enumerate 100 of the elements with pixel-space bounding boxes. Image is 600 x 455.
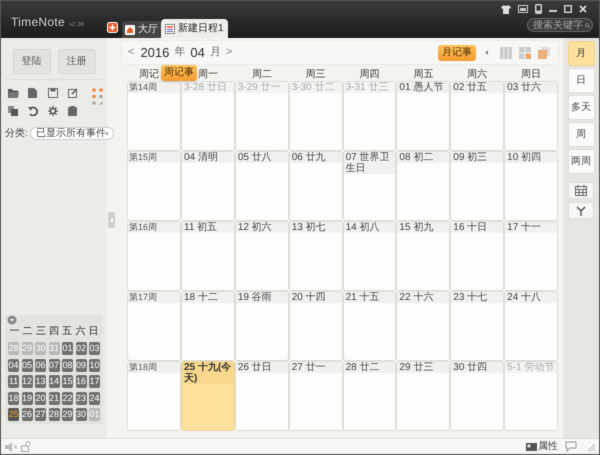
- undo-icon[interactable]: [28, 106, 38, 116]
- day-label: 24 十八: [505, 292, 557, 303]
- view-tab[interactable]: 多天: [568, 95, 594, 120]
- chat-bubble-icon[interactable]: [565, 441, 577, 452]
- folder-icon[interactable]: [8, 88, 19, 98]
- day-cell[interactable]: 20 十四: [288, 291, 343, 361]
- weekday-label: 一: [9, 325, 20, 339]
- day-cell[interactable]: 24 十八: [504, 291, 558, 361]
- date-button[interactable]: 13: [35, 375, 46, 388]
- day-cell[interactable]: 19 谷雨: [234, 291, 289, 361]
- date-button[interactable]: 29: [62, 408, 73, 421]
- category-select[interactable]: 已显示所有事件: [30, 127, 114, 140]
- date-button[interactable]: 19: [22, 392, 32, 404]
- date-button[interactable]: 05: [22, 358, 32, 372]
- window-icon[interactable]: [518, 5, 528, 13]
- date-button[interactable]: 21: [48, 392, 60, 404]
- login-button[interactable]: 登陆: [12, 49, 50, 74]
- day-cell[interactable]: 26 廿日: [234, 361, 289, 431]
- day-cell[interactable]: 16 十日: [450, 221, 504, 291]
- view-tab[interactable]: 日: [568, 68, 594, 93]
- day-cell[interactable]: 04 清明: [181, 151, 235, 221]
- day-label: 20 十四: [290, 292, 342, 303]
- date-button[interactable]: 16: [76, 375, 86, 388]
- date-button[interactable]: 20: [35, 392, 46, 404]
- day-cell[interactable]: 01 愚人节: [396, 81, 450, 151]
- day-cell[interactable]: 30 廿四: [450, 361, 504, 431]
- day-cell[interactable]: 05 廿八: [234, 151, 289, 221]
- day-cell[interactable]: 17 十一: [504, 221, 558, 291]
- day-cell[interactable]: 02 廿五: [450, 81, 504, 151]
- close-icon[interactable]: [579, 5, 587, 13]
- day-cell[interactable]: 21 十五: [342, 291, 396, 361]
- date-button[interactable]: 27: [35, 408, 46, 421]
- tab[interactable]: 大厅: [122, 21, 161, 38]
- maximize-icon[interactable]: [564, 5, 572, 13]
- day-cell[interactable]: 18 十二: [181, 291, 235, 361]
- branch-button[interactable]: [568, 202, 594, 219]
- week-cell[interactable]: 第16周: [127, 221, 181, 291]
- date-button[interactable]: 04: [8, 358, 19, 372]
- clipboard-icon[interactable]: [68, 106, 77, 116]
- day-cell[interactable]: 27 廿一: [288, 361, 343, 431]
- shirt-icon[interactable]: [501, 4, 511, 14]
- week-cell[interactable]: 第14周: [127, 81, 181, 151]
- month-notes-button[interactable]: 月记事: [438, 44, 476, 60]
- date-button[interactable]: 10: [89, 358, 100, 372]
- panel-handle[interactable]: [108, 212, 115, 228]
- date-button[interactable]: 11: [8, 375, 19, 388]
- date-button[interactable]: 03: [89, 342, 100, 355]
- resize-grip-icon[interactable]: [587, 442, 595, 450]
- copy-icon[interactable]: [8, 106, 18, 116]
- edit-icon[interactable]: [68, 88, 78, 98]
- day-cell[interactable]: 06 廿九: [288, 151, 343, 221]
- week-cell[interactable]: 第17周: [127, 291, 181, 361]
- phone-icon[interactable]: [535, 4, 542, 14]
- date-button[interactable]: 30: [76, 408, 86, 421]
- previous-button[interactable]: <: [128, 44, 134, 61]
- save-icon[interactable]: [48, 88, 58, 98]
- new-tab-icon[interactable]: [107, 22, 118, 33]
- week-cell[interactable]: 第15周: [127, 151, 181, 221]
- view-tab[interactable]: 两周: [568, 149, 594, 174]
- date-button[interactable]: 15: [62, 375, 73, 388]
- left-arrow-icon[interactable]: [485, 50, 488, 55]
- date-button[interactable]: 25: [8, 408, 19, 421]
- file-icon[interactable]: [28, 88, 37, 98]
- date-button[interactable]: 17: [89, 375, 100, 388]
- date-button[interactable]: 09: [76, 358, 86, 372]
- week-notes-button[interactable]: 周记事: [161, 65, 197, 81]
- day-cell[interactable]: 28 廿二: [342, 361, 396, 431]
- day-label: 19 谷雨: [236, 292, 288, 303]
- tab[interactable]: 新建日程1: [161, 19, 228, 38]
- date-button[interactable]: 07: [48, 358, 60, 372]
- date-button[interactable]: 28: [48, 408, 60, 421]
- day-cell[interactable]: 29 廿三: [396, 361, 450, 431]
- date-button[interactable]: 08: [62, 358, 73, 372]
- date-button[interactable]: 22: [62, 392, 73, 404]
- column-header: 周日: [521, 68, 542, 82]
- settings-icon[interactable]: [48, 106, 58, 116]
- properties-button[interactable]: 属性: [526, 439, 558, 454]
- dots-grid-icon[interactable]: [92, 88, 103, 105]
- calendar-button[interactable]: [568, 182, 594, 199]
- date-button[interactable]: 24: [89, 392, 100, 404]
- date-button[interactable]: 12: [22, 375, 32, 388]
- month-unit: 月: [210, 45, 221, 60]
- day-cell[interactable]: 07 世界卫生日: [342, 151, 396, 221]
- next-button[interactable]: >: [226, 44, 232, 61]
- date-button[interactable]: 26: [22, 408, 32, 421]
- day-label: 02 廿五: [451, 82, 504, 93]
- date-button[interactable]: 18: [8, 392, 19, 404]
- column-header: 周二: [252, 68, 272, 82]
- week-cell[interactable]: 第18周: [127, 361, 181, 431]
- day-cell[interactable]: 23 十七: [450, 291, 504, 361]
- date-button[interactable]: 23: [76, 392, 86, 404]
- view-tab[interactable]: 月: [568, 41, 594, 66]
- view-tab[interactable]: 周: [568, 122, 594, 147]
- date-button[interactable]: 02: [76, 342, 86, 355]
- date-button[interactable]: 06: [35, 358, 46, 372]
- collapse-icon[interactable]: [7, 315, 17, 325]
- date-button[interactable]: 01: [62, 342, 73, 355]
- date-button[interactable]: 14: [48, 375, 60, 388]
- column-header: 周记: [139, 68, 159, 82]
- register-button[interactable]: 注册: [58, 49, 96, 74]
